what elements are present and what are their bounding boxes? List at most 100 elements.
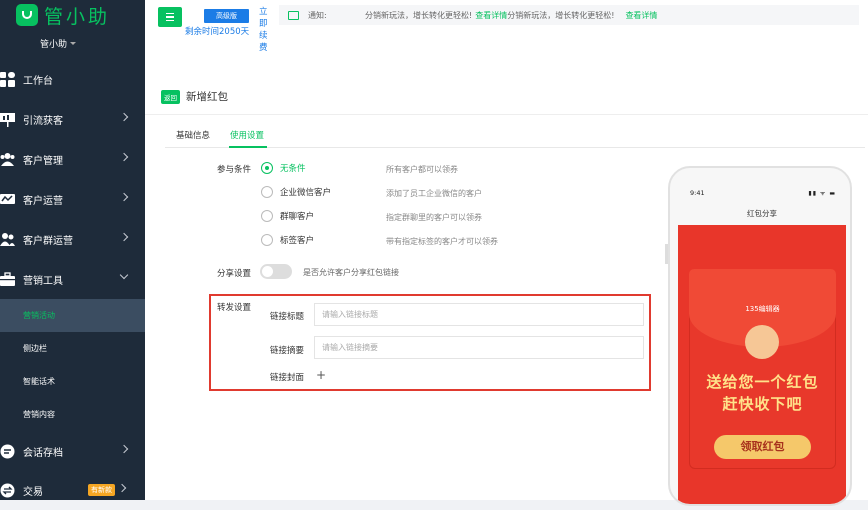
envelope-line2: 赶快收下吧 bbox=[722, 395, 803, 413]
sidebar-item-label: 引流获客 bbox=[23, 115, 63, 127]
active-tab-indicator bbox=[229, 146, 267, 148]
menu-toggle-button[interactable] bbox=[158, 7, 182, 27]
sidebar-item-label: 会话存档 bbox=[23, 447, 63, 459]
preview-title: 红包分享 bbox=[747, 209, 777, 218]
sidebar-item-marketing-tools[interactable]: 营销工具 bbox=[0, 259, 145, 299]
radio-label: 标签客户 bbox=[280, 236, 315, 246]
main-panel: 返回 新增红包 基础信息 使用设置 参与条件 无条件 所有客户都可以领券 企业微… bbox=[145, 74, 868, 506]
sidebar-item-label: 客户群运营 bbox=[23, 235, 73, 247]
sidebar: 管小助 管小助 工作台 引流获客 客户管理 客户运营 客户群运营 营销工具 营销… bbox=[0, 0, 145, 500]
remaining-time: 剩余时间2050天 bbox=[185, 27, 250, 37]
chevron-down-icon bbox=[119, 270, 129, 280]
link-summary-input[interactable]: 请输入链接摘要 bbox=[314, 336, 644, 359]
link-title-input[interactable]: 请输入链接标题 bbox=[314, 303, 644, 326]
condition-desc: 带有指定标签的客户才可以领券 bbox=[386, 237, 498, 246]
plan-badge: 高级版 bbox=[204, 9, 249, 23]
sidebar-item-label: 客户管理 bbox=[23, 155, 63, 167]
radio-wecom-customer[interactable]: 企业微信客户 bbox=[261, 186, 331, 198]
add-cover-icon[interactable]: + bbox=[316, 368, 326, 382]
radio-label: 无条件 bbox=[280, 164, 306, 174]
user-menu[interactable]: 管小助 bbox=[40, 37, 77, 50]
share-toggle[interactable] bbox=[260, 264, 292, 279]
chevron-right-icon bbox=[119, 152, 129, 162]
users-icon bbox=[0, 152, 15, 166]
sidebar-item-label: 客户运营 bbox=[23, 195, 63, 207]
claim-button[interactable]: 领取红包 bbox=[714, 435, 811, 459]
sidebar-item-workbench[interactable]: 工作台 bbox=[0, 59, 145, 99]
radio-icon bbox=[261, 234, 273, 246]
app-logo[interactable]: 管小助 bbox=[16, 4, 111, 28]
sidebar-item-label: 工作台 bbox=[23, 75, 53, 87]
chevron-right-icon bbox=[117, 483, 127, 493]
sidebar-item-lead-gen[interactable]: 引流获客 bbox=[0, 99, 145, 139]
caret-down-icon bbox=[70, 42, 77, 48]
divider bbox=[145, 114, 868, 115]
dashboard-icon bbox=[0, 71, 15, 87]
tab-basic-info[interactable]: 基础信息 bbox=[176, 129, 210, 141]
radio-icon bbox=[261, 210, 273, 222]
chat-archive-icon bbox=[0, 444, 15, 458]
radio-group-customer[interactable]: 群聊客户 bbox=[261, 210, 314, 222]
sidebar-item-group-operations[interactable]: 客户群运营 bbox=[0, 219, 145, 259]
chevron-right-icon bbox=[119, 232, 129, 242]
envelope-line1: 送给您一个红包 bbox=[706, 373, 819, 391]
sidebar-subitem-marketing-activity[interactable]: 营销活动 bbox=[0, 299, 145, 332]
condition-desc: 添加了员工企业微信的客户 bbox=[386, 189, 482, 198]
radio-no-condition[interactable]: 无条件 bbox=[261, 162, 306, 174]
chevron-right-icon bbox=[119, 444, 129, 454]
trade-icon bbox=[0, 483, 15, 497]
forward-label: 转发设置 bbox=[217, 303, 252, 313]
sidebar-item-customers[interactable]: 客户管理 bbox=[0, 139, 145, 179]
sidebar-subitem-marketing-content[interactable]: 营销内容 bbox=[0, 398, 145, 431]
envelope-brand: 135编辑器 bbox=[745, 305, 780, 313]
radio-selected-icon bbox=[261, 162, 273, 174]
notice-bar: 通知: 分销新玩法，增长转化更轻松! 查看详情 分销新玩法，增长转化更轻松! 查… bbox=[279, 5, 859, 25]
group-icon bbox=[0, 232, 15, 246]
back-button[interactable]: 返回 bbox=[161, 89, 180, 104]
notice-message: 分销新玩法，增长转化更轻松! bbox=[365, 10, 473, 20]
notice-detail-link[interactable]: 查看详情 bbox=[625, 10, 657, 21]
renew-link[interactable]: 立即续费 bbox=[259, 6, 269, 54]
condition-desc: 所有客户都可以领券 bbox=[386, 165, 458, 174]
phone-preview: 9:41 ▮▮ ᯤ ▬ 红包分享 135编辑器 送给您一个红包 赶快收下吧 领取… bbox=[668, 166, 852, 506]
red-envelope: 135编辑器 送给您一个红包 赶快收下吧 领取红包 bbox=[689, 269, 836, 469]
link-summary-label: 链接摘要 bbox=[270, 346, 305, 356]
logo-icon bbox=[16, 4, 38, 26]
top-bar: 高级版 剩余时间2050天 立即续费 通知: 分销新玩法，增长转化更轻松! 查看… bbox=[145, 0, 868, 74]
briefcase-icon bbox=[0, 271, 15, 286]
share-desc: 是否允许客户分享红包链接 bbox=[303, 268, 399, 277]
radio-icon bbox=[261, 186, 273, 198]
user-name: 管小助 bbox=[40, 40, 68, 50]
divider bbox=[165, 147, 865, 148]
condition-desc: 指定群聊里的客户可以领券 bbox=[386, 213, 482, 222]
conditions-label: 参与条件 bbox=[217, 165, 252, 175]
sidebar-subitem-label: 营销活动 bbox=[23, 311, 55, 320]
notice-label: 通知: bbox=[308, 10, 327, 20]
radio-label: 群聊客户 bbox=[280, 212, 315, 222]
sidebar-item-chat-archive[interactable]: 会话存档 bbox=[0, 431, 145, 471]
sidebar-subitem-label: 智能话术 bbox=[23, 377, 55, 386]
radio-label: 企业微信客户 bbox=[280, 188, 332, 198]
sidebar-item-trade[interactable]: 交易 bbox=[0, 470, 145, 510]
sidebar-subitem-label: 营销内容 bbox=[23, 410, 55, 419]
envelope-coin-icon bbox=[745, 325, 779, 359]
page-header: 返回 新增红包 bbox=[161, 89, 228, 104]
sidebar-subitem-smart-scripts[interactable]: 智能话术 bbox=[0, 365, 145, 398]
sidebar-item-label: 交易 bbox=[23, 486, 43, 498]
notice-message: 分销新玩法，增长转化更轻松! bbox=[507, 10, 615, 20]
sidebar-item-operations[interactable]: 客户运营 bbox=[0, 179, 145, 219]
chevron-right-icon bbox=[119, 192, 129, 202]
preview-body: 135编辑器 送给您一个红包 赶快收下吧 领取红包 bbox=[678, 225, 846, 504]
chevron-right-icon bbox=[119, 112, 129, 122]
logo-text: 管小助 bbox=[44, 5, 111, 28]
link-cover-label: 链接封面 bbox=[270, 373, 305, 383]
signal-icon: ▮▮ ᯤ ▬ bbox=[808, 190, 836, 197]
notice-detail-link[interactable]: 查看详情 bbox=[475, 10, 507, 21]
share-label: 分享设置 bbox=[217, 269, 252, 279]
new-badge: 有新款 bbox=[88, 484, 115, 496]
radio-tag-customer[interactable]: 标签客户 bbox=[261, 234, 314, 246]
chat-icon bbox=[0, 193, 15, 204]
sidebar-subitem-sidebar[interactable]: 侧边栏 bbox=[0, 332, 145, 365]
presentation-icon bbox=[0, 112, 15, 127]
tab-usage-settings[interactable]: 使用设置 bbox=[230, 129, 264, 141]
